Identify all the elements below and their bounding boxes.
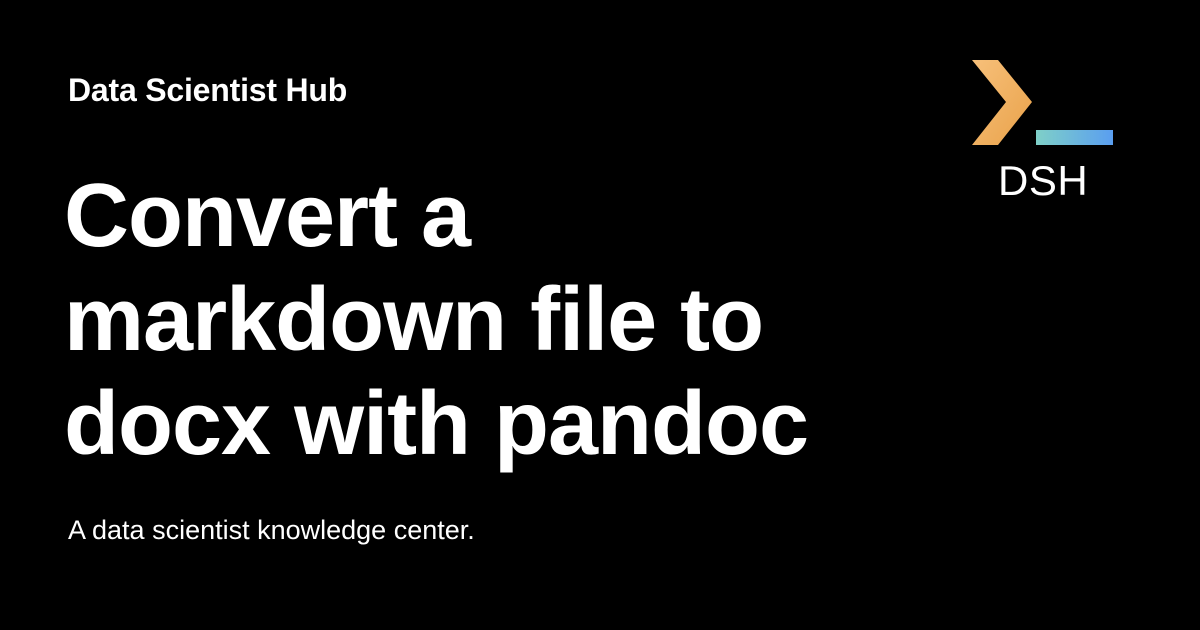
underscore-bar [1036,130,1113,145]
site-name: Data Scientist Hub [68,72,348,108]
logo-text: DSH [998,157,1089,204]
tagline: A data scientist knowledge center. [68,515,475,545]
social-card: Data Scientist Hub Convert a markdown fi… [0,0,1200,630]
title-line-2: markdown file to [64,270,764,370]
title-line-3: docx with pandoc [64,374,809,474]
title-line-1: Convert a [64,166,471,266]
terminal-prompt-icon [972,60,1113,145]
dsh-logo: DSH [968,56,1120,206]
page-title: Convert a markdown file to docx with pan… [64,164,924,476]
chevron-shape [972,60,1032,145]
